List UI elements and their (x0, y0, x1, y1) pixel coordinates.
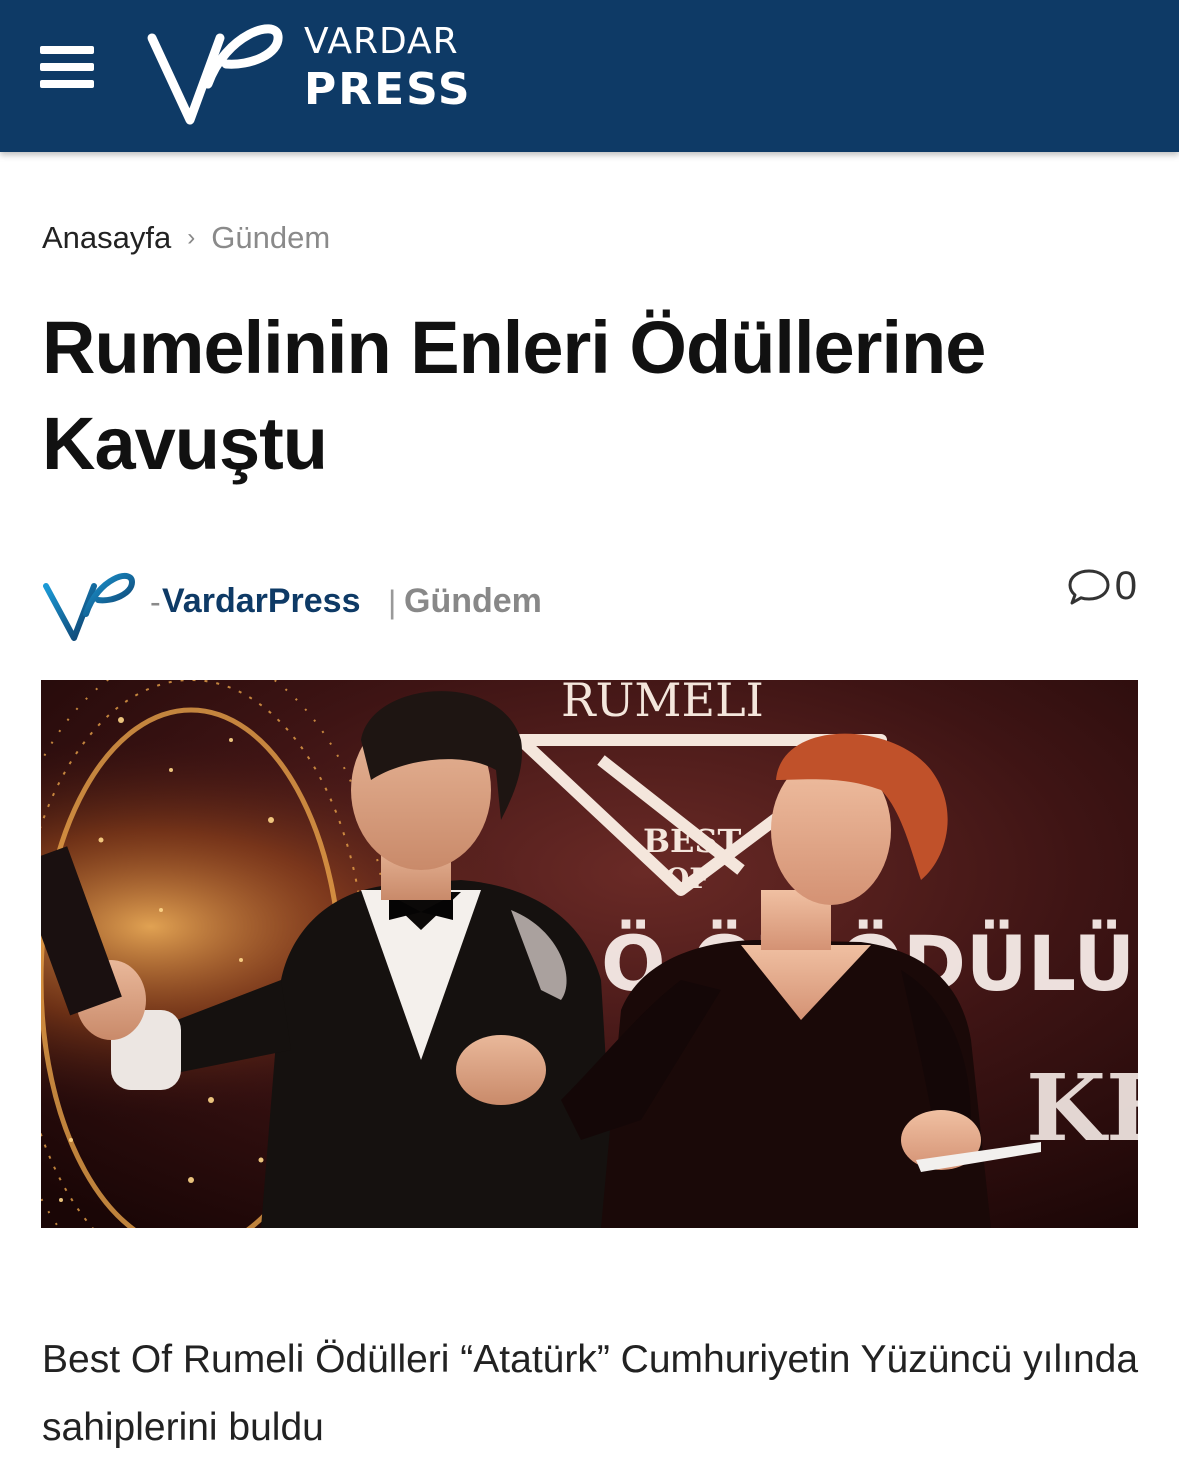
article-hero-image[interactable]: RUMELI BEST OF Ö ÖZ ÖDÜLÜ KEF (41, 680, 1138, 1228)
chevron-right-icon: › (187, 224, 196, 251)
stage-text-of: OF (665, 862, 709, 895)
article-meta: - VardarPress | Gündem 0 (42, 560, 1137, 650)
breadcrumb-home-link[interactable]: Anasayfa (42, 220, 171, 256)
stage-text-right: KEF (1026, 1054, 1138, 1162)
comment-bubble-icon (1068, 569, 1110, 604)
meta-separator: | (388, 584, 397, 620)
stage-text-top: RUMELI (561, 680, 764, 727)
brand-wordmark[interactable]: VARDAR PRESS (304, 24, 472, 112)
comment-count: 0 (1114, 564, 1137, 608)
brand-line-2: PRESS (304, 64, 472, 115)
article-lead: Best Of Rumeli Ödülleri “Atatürk” Cumhur… (42, 1338, 1139, 1449)
hamburger-menu-icon[interactable] (40, 44, 94, 90)
brand-line-1: VARDAR (304, 21, 459, 62)
author-prefix: - (150, 584, 161, 620)
site-header: VARDAR PRESS (0, 0, 1179, 152)
category-link[interactable]: Gündem (404, 582, 542, 621)
comments-button[interactable]: 0 (1067, 564, 1137, 609)
breadcrumb-current-link[interactable]: Gündem (211, 220, 330, 256)
stage-text-best: BEST (643, 822, 742, 860)
article-title: Rumelinin Enleri Ödüllerine Kavuştu (42, 306, 986, 485)
author-avatar-vp-logo-icon[interactable] (42, 564, 138, 646)
vp-logo-icon[interactable] (146, 14, 286, 130)
author-name-link[interactable]: VardarPress (162, 582, 361, 621)
hero-photo: RUMELI BEST OF Ö ÖZ ÖDÜLÜ KEF (41, 680, 1138, 1228)
breadcrumb: Anasayfa › Gündem (42, 220, 330, 256)
